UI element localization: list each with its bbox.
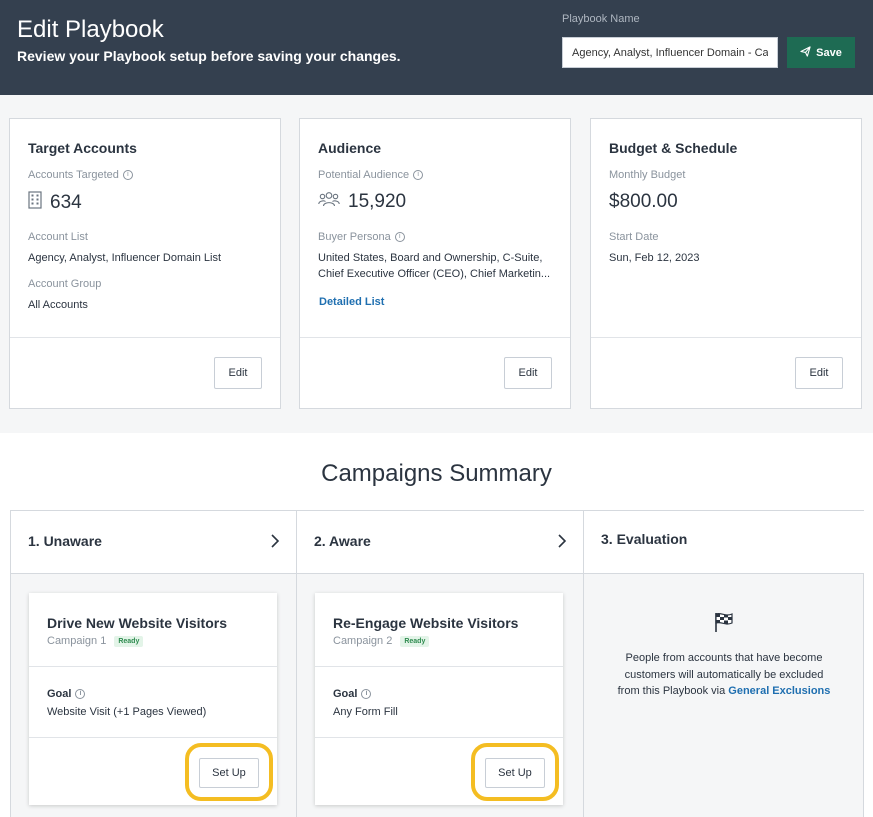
accounts-targeted-number: 634 (50, 192, 82, 213)
edit-budget-button[interactable]: Edit (795, 357, 843, 389)
campaign-name: Re-Engage Website Visitors (333, 615, 519, 631)
card-title: Target Accounts (28, 140, 137, 156)
start-date-value: Sun, Feb 12, 2023 (609, 252, 700, 264)
set-up-button[interactable]: Set Up (199, 758, 259, 788)
potential-audience-label-text: Potential Audience (318, 169, 410, 181)
campaign-divider (29, 666, 277, 667)
chevron-right-icon[interactable] (270, 533, 280, 554)
status-badge: Ready (400, 635, 430, 647)
campaign-meta: Campaign 1 Ready (47, 635, 144, 647)
potential-audience-number: 15,920 (348, 191, 407, 212)
stages-board: 1. Unaware Drive New Website Visitors Ca… (10, 510, 864, 817)
people-icon (318, 191, 340, 213)
account-list-label: Account List (28, 231, 88, 243)
campaign-name: Drive New Website Visitors (47, 615, 227, 631)
target-accounts-card: Target Accounts Accounts Targeted i 634 … (9, 118, 281, 409)
campaign-meta: Campaign 2 Ready (333, 635, 430, 647)
info-icon[interactable]: i (75, 689, 86, 699)
stage-column-evaluation: 3. Evaluation People from accounts that … (584, 511, 864, 817)
accounts-targeted-label-text: Accounts Targeted (28, 169, 119, 181)
playbook-name-label: Playbook Name (562, 13, 640, 25)
set-up-button[interactable]: Set Up (485, 758, 545, 788)
campaign-card[interactable]: Re-Engage Website Visitors Campaign 2 Re… (315, 593, 563, 805)
stage-header: 3. Evaluation (584, 511, 864, 574)
page-header: Edit Playbook Review your Playbook setup… (0, 0, 873, 95)
page-subtitle: Review your Playbook setup before saving… (17, 48, 401, 64)
accounts-targeted-value: 634 (28, 191, 82, 215)
goal-label: Goal i (333, 688, 372, 700)
card-title: Audience (318, 140, 382, 156)
stage-name: 2. Aware (314, 533, 371, 549)
stage-name: 3. Evaluation (601, 531, 688, 547)
goal-value: Website Visit (+1 Pages Viewed) (47, 706, 207, 718)
info-icon[interactable]: i (122, 170, 133, 180)
stage-name: 1. Unaware (28, 533, 102, 549)
buyer-persona-line: United States, Board and Ownership, C-Su… (318, 252, 543, 264)
save-button[interactable]: Save (787, 37, 855, 68)
playbook-name-input[interactable] (562, 37, 778, 68)
account-list-value: Agency, Analyst, Influencer Domain List (28, 252, 222, 264)
building-icon (28, 191, 42, 215)
potential-audience-value: 15,920 (318, 191, 406, 213)
page-title: Edit Playbook (17, 16, 164, 43)
stage-header[interactable]: 1. Unaware (11, 511, 296, 574)
account-group-label: Account Group (28, 278, 102, 290)
goal-label-text: Goal (47, 688, 72, 700)
campaigns-summary-title: Campaigns Summary (321, 460, 552, 487)
save-button-label: Save (816, 46, 842, 59)
accounts-targeted-label: Accounts Targeted i (28, 169, 133, 181)
stage-column-unaware: 1. Unaware Drive New Website Visitors Ca… (11, 511, 297, 817)
goal-label: Goal i (47, 688, 86, 700)
card-divider (10, 337, 280, 338)
detailed-list-link[interactable]: Detailed List (319, 296, 384, 308)
budget-schedule-card: Budget & Schedule Monthly Budget $800.00… (590, 118, 862, 409)
evaluation-info: People from accounts that have become cu… (584, 611, 864, 700)
stage-header[interactable]: 2. Aware (297, 511, 583, 574)
campaign-card[interactable]: Drive New Website Visitors Campaign 1 Re… (29, 593, 277, 805)
card-divider (591, 337, 861, 338)
paper-plane-icon (800, 45, 811, 60)
card-divider (300, 337, 570, 338)
campaign-number: Campaign 1 (47, 635, 107, 647)
audience-card: Audience Potential Audience i 15,920 Buy… (299, 118, 571, 409)
campaign-divider (29, 737, 277, 738)
goal-label-text: Goal (333, 688, 358, 700)
general-exclusions-link[interactable]: General Exclusions (728, 685, 830, 697)
campaign-divider (315, 666, 563, 667)
stage-column-aware: 2. Aware Re-Engage Website Visitors Camp… (297, 511, 584, 817)
goal-value: Any Form Fill (333, 706, 398, 718)
chevron-right-icon[interactable] (557, 533, 567, 554)
buyer-persona-line: Chief Executive Officer (CEO), Chief Mar… (318, 268, 551, 280)
edit-target-accounts-button[interactable]: Edit (214, 357, 262, 389)
account-group-value: All Accounts (28, 299, 88, 311)
campaign-divider (315, 737, 563, 738)
start-date-label: Start Date (609, 231, 659, 243)
info-icon[interactable]: i (361, 689, 372, 699)
info-icon[interactable]: i (394, 232, 405, 242)
status-badge: Ready (114, 635, 144, 647)
checkered-flag-icon (713, 612, 735, 637)
buyer-persona-label: Buyer Persona i (318, 231, 405, 243)
monthly-budget-number: $800.00 (609, 191, 678, 212)
buyer-persona-value: United States, Board and Ownership, C-Su… (318, 250, 550, 282)
monthly-budget-label: Monthly Budget (609, 169, 686, 181)
campaign-number: Campaign 2 (333, 635, 393, 647)
monthly-budget-value: $800.00 (609, 191, 678, 213)
info-icon[interactable]: i (413, 170, 424, 180)
evaluation-text: People from accounts that have become cu… (614, 650, 834, 700)
buyer-persona-label-text: Buyer Persona (318, 231, 391, 243)
edit-audience-button[interactable]: Edit (504, 357, 552, 389)
potential-audience-label: Potential Audience i (318, 169, 424, 181)
card-title: Budget & Schedule (609, 140, 738, 156)
